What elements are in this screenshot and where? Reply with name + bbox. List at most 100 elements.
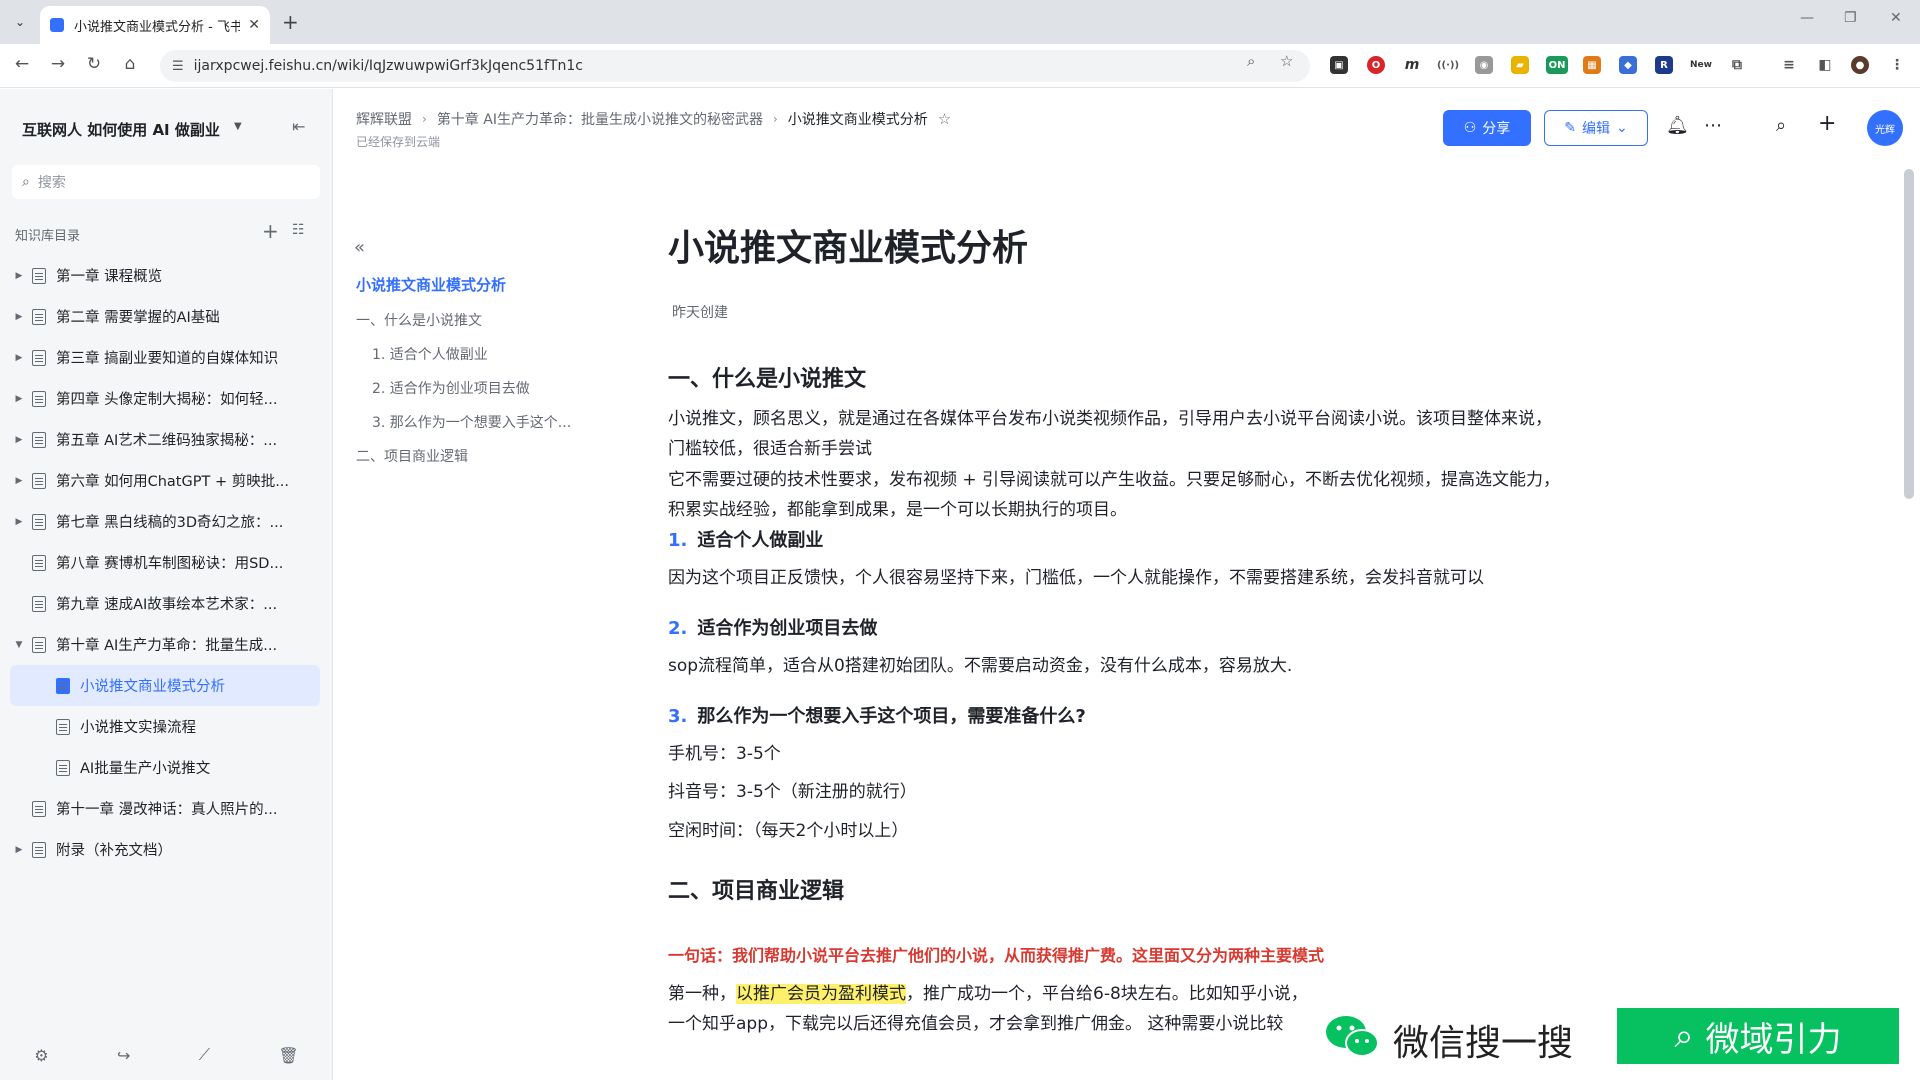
new-tab-icon[interactable]: + [282,10,299,34]
expand-arrow-icon[interactable]: ▶ [10,312,28,322]
tree-item-chapter-9[interactable]: 第九章 速成AI故事绘本艺术家：... [10,583,320,624]
extension-icon[interactable]: ▣ [1330,56,1348,74]
address-bar[interactable]: ☰ ijarxpcwej.feishu.cn/wiki/IqJzwuwpwiGr… [160,50,1310,82]
tree-item-chapter-1[interactable]: ▶ 第一章 课程概览 [10,255,320,296]
tree-item-appendix[interactable]: ▶ 附录（补充文档） [10,829,320,870]
browser-tab[interactable]: 小说推文商业模式分析 - 飞书云文档 ✕ [40,6,270,44]
m-extension-icon[interactable]: m [1403,56,1421,74]
paragraph[interactable]: 因为这个项目正反馈快，个人很容易坚持下来，门槛低，一个人就能操作，不需要搭建系统… [668,563,1568,593]
new-extension-icon[interactable]: New [1688,56,1714,74]
notification-bell-icon[interactable]: 🔔︎ [1666,115,1689,136]
tree-options-icon[interactable]: ☷ [292,222,305,238]
outline-item[interactable]: 2. 适合作为创业项目去做 [372,378,530,398]
back-icon[interactable]: ← [10,54,34,74]
bookmark-star-icon[interactable]: ☆ [1280,52,1293,70]
heading-what-is[interactable]: 一、什么是小说推文 [668,361,866,393]
outline-item[interactable]: 3. 那么作为一个想要入手这个... [372,412,571,432]
search-badge[interactable]: ⌕ 微域引力 [1617,1008,1899,1064]
tree-item-chapter-5[interactable]: ▶ 第五章 AI艺术二维码独家揭秘：... [10,419,320,460]
home-icon[interactable]: ⌂ [118,54,142,74]
tree-item-chapter-11[interactable]: 第十一章 漫改神话：真人照片的... [10,788,320,829]
browser-menu-icon[interactable]: ⋮ [1888,56,1906,74]
paragraph[interactable]: 它不需要过硬的技术性要求，发布视频 + 引导阅读就可以产生收益。只要足够耐心，不… [668,465,1568,525]
outline-item[interactable]: 一、什么是小说推文 [356,310,482,330]
restore-icon[interactable]: ❐ [1844,10,1857,26]
site-info-icon[interactable]: ☰ [172,59,184,74]
favorite-star-icon[interactable]: ☆ [938,110,951,128]
share-arrow-icon[interactable]: ↪ [117,1046,130,1065]
paragraph[interactable]: 小说推文，顾名思义，就是通过在各媒体平台发布小说类视频作品，引导用户去小说平台阅… [668,404,1568,464]
tree-item-chapter-4[interactable]: ▶ 第四章 头像定制大揭秘：如何轻... [10,378,320,419]
outline-title[interactable]: 小说推文商业模式分析 [356,274,506,295]
trash-icon[interactable]: 🗑 [278,1046,298,1065]
side-panel-icon[interactable]: ◧ [1816,56,1834,74]
tree-item-chapter-8[interactable]: 第八章 赛博机车制图秘诀：用SD... [10,542,320,583]
paragraph[interactable]: sop流程简单，适合从0搭建初始团队。不需要启动资金，没有什么成本，容易放大. [668,651,1568,681]
expand-arrow-icon[interactable]: ▶ [10,517,28,527]
analytics-icon[interactable]: ⟋ [199,1045,210,1065]
folder-extension-icon[interactable]: ▰ [1511,56,1529,74]
tree-item-chapter-7[interactable]: ▶ 第七章 黑白线稿的3D奇幻之旅：... [10,501,320,542]
reload-icon[interactable]: ↻ [82,54,106,74]
paragraph[interactable]: 手机号：3-5个 [668,739,1568,769]
tree-item-business-model[interactable]: 小说推文商业模式分析 [10,665,320,706]
heading-sub-1[interactable]: 1. 适合个人做副业 [668,526,823,552]
collapse-arrow-icon[interactable]: ▼ [10,640,28,650]
paragraph[interactable]: 抖音号：3-5个（新注册的就行） [668,777,1568,807]
tab-search-icon[interactable]: ⌄ [8,11,32,33]
page-title[interactable]: 小说推文商业模式分析 [668,219,1028,271]
expand-arrow-icon[interactable]: ▶ [10,476,28,486]
close-window-icon[interactable]: ✕ [1890,10,1902,26]
paragraph[interactable]: 空闲时间：（每天2个小时以上） [668,816,1568,846]
collapse-outline-icon[interactable]: « [354,237,365,258]
caret-down-icon[interactable]: ▼ [234,121,242,132]
on-extension-icon[interactable]: ON [1546,56,1568,74]
camera-extension-icon[interactable]: ◉ [1475,56,1493,74]
search-icon[interactable]: ⌕ [1776,115,1786,136]
forward-icon[interactable]: → [46,54,70,74]
tree-item-chapter-2[interactable]: ▶ 第二章 需要掌握的AI基础 [10,296,320,337]
collapse-sidebar-icon[interactable]: ⇤ [292,117,305,136]
minimize-icon[interactable]: — [1800,10,1814,26]
wifi-extension-icon[interactable]: ((·)) [1437,56,1459,74]
expand-arrow-icon[interactable]: ▶ [10,353,28,363]
edit-button[interactable]: ✎ 编辑 ⌄ [1544,110,1648,146]
tag-extension-icon[interactable]: ◆ [1619,56,1637,74]
paragraph-highlight-red[interactable]: 一句话：我们帮助小说平台去推广他们的小说，从而获得推广费。这里面又分为两种主要模… [668,941,1568,971]
wechat-search-text: 微信搜一搜 [1393,1023,1574,1064]
more-options-icon[interactable]: ⋯ [1704,115,1722,136]
space-title[interactable]: 互联网人 如何使用 AI 做副业 [22,119,220,140]
settings-icon[interactable]: ⚙ [34,1046,48,1065]
expand-arrow-icon[interactable]: ▶ [10,435,28,445]
close-tab-icon[interactable]: ✕ [248,17,260,33]
opera-extension-icon[interactable]: O [1367,56,1385,74]
media-control-icon[interactable]: ≡ [1780,56,1798,74]
share-button[interactable]: ⚇ 分享 [1443,110,1531,146]
grid-extension-icon[interactable]: ▦ [1583,56,1601,74]
breadcrumb-chapter[interactable]: 第十章 AI生产力革命：批量生成小说推文的秘密武器 [437,109,763,129]
outline-item[interactable]: 二、项目商业逻辑 [356,446,468,466]
expand-arrow-icon[interactable]: ▶ [10,845,28,855]
doc-scrollbar[interactable] [1904,169,1914,499]
heading-business-logic[interactable]: 二、项目商业逻辑 [668,873,844,905]
zoom-icon[interactable]: ⌕ [1247,52,1255,70]
create-new-icon[interactable]: + [1818,111,1836,136]
expand-arrow-icon[interactable]: ▶ [10,271,28,281]
tree-item-practice-flow[interactable]: 小说推文实操流程 [10,706,320,747]
sidebar-search[interactable]: ⌕ 搜索 [12,165,320,199]
tree-item-chapter-3[interactable]: ▶ 第三章 搞副业要知道的自媒体知识 [10,337,320,378]
breadcrumb-current[interactable]: 小说推文商业模式分析 [788,109,928,129]
outline-item[interactable]: 1. 适合个人做副业 [372,344,488,364]
add-page-icon[interactable]: + [262,219,279,243]
heading-sub-3[interactable]: 3. 那么作为一个想要入手这个项目，需要准备什么? [668,702,1086,728]
r-extension-icon[interactable]: R [1655,56,1673,74]
profile-avatar-icon[interactable]: ● [1851,56,1869,74]
tree-item-chapter-10[interactable]: ▼ 第十章 AI生产力革命：批量生成... [10,624,320,665]
breadcrumb-root[interactable]: 辉辉联盟 [356,109,412,129]
tree-item-batch-production[interactable]: AI批量生产小说推文 [10,747,320,788]
puzzle-extensions-icon[interactable]: ⧉ [1728,56,1746,74]
heading-sub-2[interactable]: 2. 适合作为创业项目去做 [668,614,877,640]
tree-item-chapter-6[interactable]: ▶ 第六章 如何用ChatGPT + 剪映批... [10,460,320,501]
user-avatar[interactable]: 光辉 [1867,110,1903,146]
expand-arrow-icon[interactable]: ▶ [10,394,28,404]
